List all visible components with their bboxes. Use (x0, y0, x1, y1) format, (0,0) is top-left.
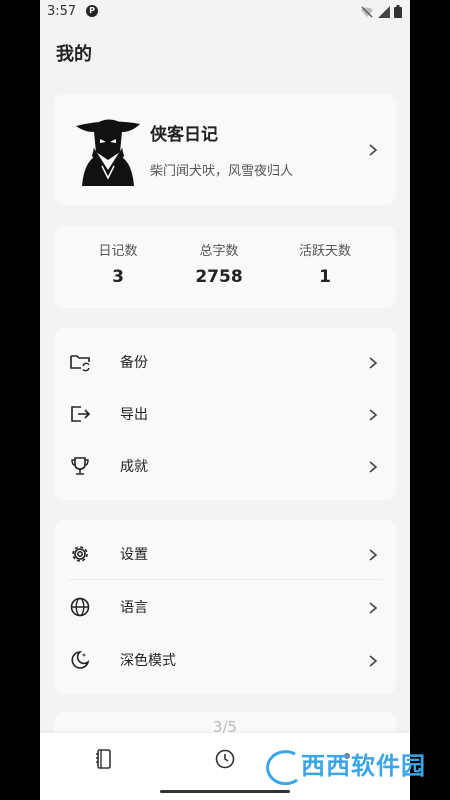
export-icon (71, 406, 91, 422)
menu-item-settings[interactable]: 设置 (54, 528, 396, 580)
menu-label: 导出 (120, 407, 148, 423)
chevron-right-icon (368, 602, 378, 614)
stat-label: 活跃天数 (298, 244, 351, 259)
moon-icon (71, 651, 90, 669)
menu-group-data: 备份 导出 成就 (54, 328, 396, 500)
profile-name: 侠客日记 (150, 125, 218, 145)
stat-word-count: 总字数 2758 (164, 240, 274, 287)
phone-screen: 3:57 P 我的 侠客日记 柴门闻犬吠，风雪夜归人 日记数 3 总字数 275… (40, 0, 410, 800)
folder-sync-icon (70, 355, 90, 372)
menu-item-language[interactable]: 语言 (54, 581, 396, 633)
menu-group-preferences: 设置 语言 深色模式 (54, 520, 396, 694)
avatar (76, 119, 140, 186)
menu-label: 备份 (120, 355, 148, 371)
clock-icon (215, 749, 235, 769)
menu-label: 成就 (120, 459, 148, 475)
menu-item-achievements[interactable]: 成就 (54, 440, 396, 492)
menu-item-export[interactable]: 导出 (54, 388, 396, 440)
profile-motto: 柴门闻犬吠，风雪夜归人 (150, 164, 294, 179)
stat-value: 1 (319, 267, 331, 287)
wifi-off-icon (361, 6, 373, 17)
status-time: 3:57 (47, 4, 77, 19)
status-bar: 3:57 P (40, 0, 410, 24)
chevron-right-icon (368, 357, 378, 369)
menu-item-backup[interactable]: 备份 (54, 336, 396, 388)
battery-icon (394, 5, 402, 18)
stat-label: 总字数 (199, 244, 239, 259)
stat-value: 3 (112, 267, 124, 287)
diary-book-icon (96, 749, 111, 769)
menu-label: 语言 (120, 600, 148, 616)
nav-timeline-button[interactable] (213, 747, 237, 771)
app-notification-icon: P (86, 5, 98, 17)
stat-value: 2758 (195, 267, 243, 287)
status-icons (360, 5, 402, 18)
watermark-url: CR173.COM (341, 776, 400, 786)
menu-label: 设置 (120, 547, 148, 563)
chevron-right-icon (368, 549, 378, 561)
chevron-right-icon (368, 655, 378, 667)
menu-label: 深色模式 (120, 653, 176, 669)
stat-active-days: 活跃天数 1 (270, 240, 380, 287)
divider (68, 579, 382, 580)
stat-label: 日记数 (98, 244, 138, 259)
chevron-right-icon (368, 144, 378, 156)
globe-icon (70, 597, 90, 617)
watermark-logo: 西西软件园 CR173.COM (245, 744, 440, 794)
chevron-right-icon (368, 461, 378, 473)
signal-icon (378, 5, 390, 18)
page-title: 我的 (56, 44, 92, 65)
gear-icon (72, 546, 88, 562)
trophy-icon (71, 457, 89, 475)
menu-item-dark-mode[interactable]: 深色模式 (54, 634, 396, 686)
stats-card: 日记数 3 总字数 2758 活跃天数 1 (54, 226, 396, 308)
nav-diary-button[interactable] (92, 747, 116, 771)
profile-card[interactable]: 侠客日记 柴门闻犬吠，风雪夜归人 (54, 94, 396, 205)
stat-diary-count: 日记数 3 (63, 240, 173, 287)
chevron-right-icon (368, 409, 378, 421)
